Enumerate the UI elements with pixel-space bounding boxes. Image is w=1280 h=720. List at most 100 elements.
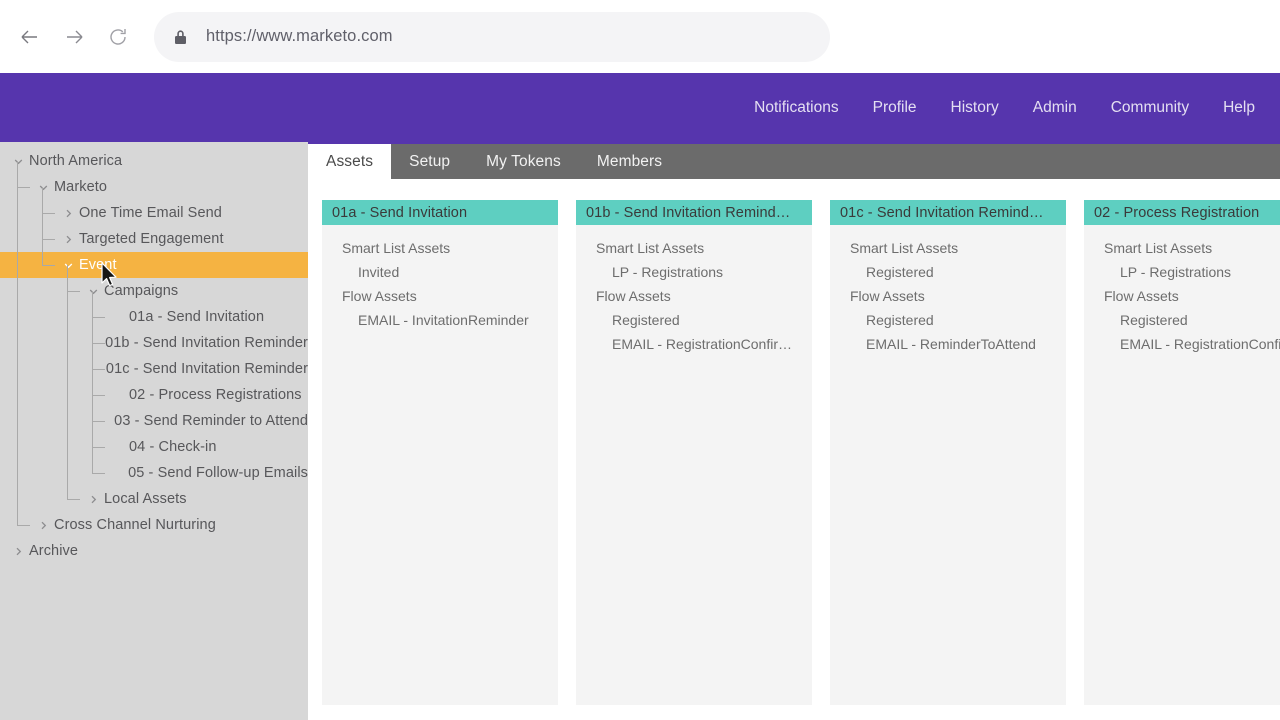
asset-item[interactable]: EMAIL - RegistrationConfir…: [1084, 332, 1280, 356]
reload-icon: [106, 25, 130, 49]
tree-item-local-assets[interactable]: Local Assets: [0, 486, 308, 512]
chevron-right-icon[interactable]: [37, 519, 50, 532]
asset-card-list: 01a - Send InvitationSmart List AssetsIn…: [308, 179, 1280, 705]
asset-group-label: Flow Assets: [830, 284, 1066, 308]
asset-item[interactable]: Registered: [830, 260, 1066, 284]
tree-connector-line: [67, 499, 80, 500]
asset-group-label: Smart List Assets: [322, 236, 558, 260]
asset-item[interactable]: LP - Registrations: [1084, 260, 1280, 284]
tree-item-label: Archive: [29, 543, 78, 559]
address-bar[interactable]: https://www.marketo.com: [154, 12, 830, 62]
tree-item-01a-send-invitation[interactable]: 01a - Send Invitation: [0, 304, 308, 330]
nav-item-notifications[interactable]: Notifications: [754, 99, 838, 117]
tree-item-label: 01b - Send Invitation Reminder: [105, 335, 308, 351]
tree-item-archive[interactable]: Archive: [0, 538, 308, 564]
tree-item-label: One Time Email Send: [79, 205, 222, 221]
tree-item-cross-channel-nurturing[interactable]: Cross Channel Nurturing: [0, 512, 308, 538]
tree-item-label: Marketo: [54, 179, 107, 195]
asset-item[interactable]: Registered: [1084, 308, 1280, 332]
tree-connector-line: [92, 395, 105, 396]
tree-item-marketo[interactable]: Marketo: [0, 174, 308, 200]
asset-item[interactable]: LP - Registrations: [576, 260, 812, 284]
tab-assets[interactable]: Assets: [308, 144, 391, 179]
asset-group-label: Smart List Assets: [830, 236, 1066, 260]
tree-item-label: 03 - Send Reminder to Attend: [114, 413, 308, 429]
tab-bar: Assets Setup My Tokens Members: [308, 142, 1280, 179]
asset-card[interactable]: 01b - Send Invitation Remind…Smart List …: [576, 200, 812, 705]
tab-my-tokens[interactable]: My Tokens: [468, 144, 579, 179]
arrow-left-icon: [17, 24, 43, 50]
tree-connector-line: [42, 213, 55, 214]
asset-item[interactable]: Registered: [830, 308, 1066, 332]
tab-label: Setup: [409, 153, 450, 171]
tree-connector-line: [92, 421, 105, 422]
asset-item[interactable]: EMAIL - RegistrationConfir…: [576, 332, 812, 356]
tree-connector-line: [17, 525, 30, 526]
tree-item-label: 01c - Send Invitation Reminder: [106, 361, 308, 377]
tree-item-label: North America: [29, 153, 122, 169]
tree-connector-line: [67, 291, 80, 292]
nav-item-history[interactable]: History: [951, 99, 999, 117]
tree-connector-line: [92, 343, 105, 344]
asset-group-label: Flow Assets: [322, 284, 558, 308]
tab-label: My Tokens: [486, 153, 561, 171]
tree-item-04-check-in[interactable]: 04 - Check-in: [0, 434, 308, 460]
asset-group-label: Flow Assets: [576, 284, 812, 308]
chevron-right-icon[interactable]: [62, 233, 75, 246]
tab-label: Assets: [326, 153, 373, 171]
chevron-right-icon[interactable]: [62, 207, 75, 220]
tab-setup[interactable]: Setup: [391, 144, 468, 179]
asset-card-title: 01c - Send Invitation Remind…: [830, 200, 1066, 225]
asset-item[interactable]: Registered: [576, 308, 812, 332]
nav-item-profile[interactable]: Profile: [873, 99, 917, 117]
chevron-down-icon[interactable]: [87, 285, 100, 298]
tree-connector-line: [42, 239, 55, 240]
nav-item-help[interactable]: Help: [1223, 99, 1255, 117]
reload-button[interactable]: [96, 15, 140, 59]
tree-item-north-america[interactable]: North America: [0, 148, 308, 174]
tree-item-campaigns[interactable]: Campaigns: [0, 278, 308, 304]
asset-group-label: Flow Assets: [1084, 284, 1280, 308]
nav-item-admin[interactable]: Admin: [1033, 99, 1077, 117]
asset-card-body: Smart List AssetsLP - RegistrationsFlow …: [576, 225, 812, 356]
chevron-down-icon[interactable]: [37, 181, 50, 194]
tree-item-03-send-reminder-to-attend[interactable]: 03 - Send Reminder to Attend: [0, 408, 308, 434]
tree-item-02-process-registrations[interactable]: 02 - Process Registrations: [0, 382, 308, 408]
tree-item-label: 04 - Check-in: [129, 439, 217, 455]
tree-connector-line: [42, 265, 55, 266]
asset-card[interactable]: 01c - Send Invitation Remind… Smart List …: [830, 200, 1066, 705]
chevron-right-icon[interactable]: [87, 493, 100, 506]
main-pane: Assets Setup My Tokens Members 01a - Send I…: [308, 142, 1280, 720]
asset-card-title: 01a - Send Invitation: [322, 200, 558, 225]
tab-label: Members: [597, 153, 662, 171]
asset-item[interactable]: EMAIL - InvitationReminder: [322, 308, 558, 332]
app-navbar: Notifications Profile History Admin Comm…: [0, 73, 1280, 142]
lock-icon: [174, 29, 190, 45]
asset-card-title: 01b - Send Invitation Remind…: [576, 200, 812, 225]
asset-item[interactable]: EMAIL - ReminderToAttend: [830, 332, 1066, 356]
tree-connector-line: [17, 161, 18, 525]
tree-item-label: 01a - Send Invitation: [129, 309, 264, 325]
asset-item[interactable]: Invited: [322, 260, 558, 284]
chevron-down-icon[interactable]: [12, 155, 25, 168]
tree-item-05-send-follow-up-emails[interactable]: 05 - Send Follow-up Emails: [0, 460, 308, 486]
back-button[interactable]: [8, 15, 52, 59]
asset-card[interactable]: 02 - Process RegistrationSmart List Asse…: [1084, 200, 1280, 705]
nav-item-community[interactable]: Community: [1111, 99, 1189, 117]
chevron-down-icon[interactable]: [62, 259, 75, 272]
tree-item-01b-send-invitation-reminder[interactable]: 01b - Send Invitation Reminder: [0, 330, 308, 356]
tree-connector-line: [92, 369, 105, 370]
forward-button[interactable]: [52, 15, 96, 59]
tree-item-01c-send-invitation-reminder[interactable]: 01c - Send Invitation Reminder: [0, 356, 308, 382]
tree-connector-line: [92, 473, 105, 474]
tree-item-label: Local Assets: [104, 491, 187, 507]
asset-card-body: Smart List AssetsInvitedFlow AssetsEMAIL…: [322, 225, 558, 332]
tree-item-label: Event: [79, 257, 117, 273]
tree-connector-line: [17, 187, 30, 188]
tab-members[interactable]: Members: [579, 144, 680, 179]
tree-connector-line: [92, 291, 93, 473]
asset-card[interactable]: 01a - Send InvitationSmart List AssetsIn…: [322, 200, 558, 705]
chevron-right-icon[interactable]: [12, 545, 25, 558]
asset-group-label: Smart List Assets: [1084, 236, 1280, 260]
tree-connector-line: [92, 447, 105, 448]
